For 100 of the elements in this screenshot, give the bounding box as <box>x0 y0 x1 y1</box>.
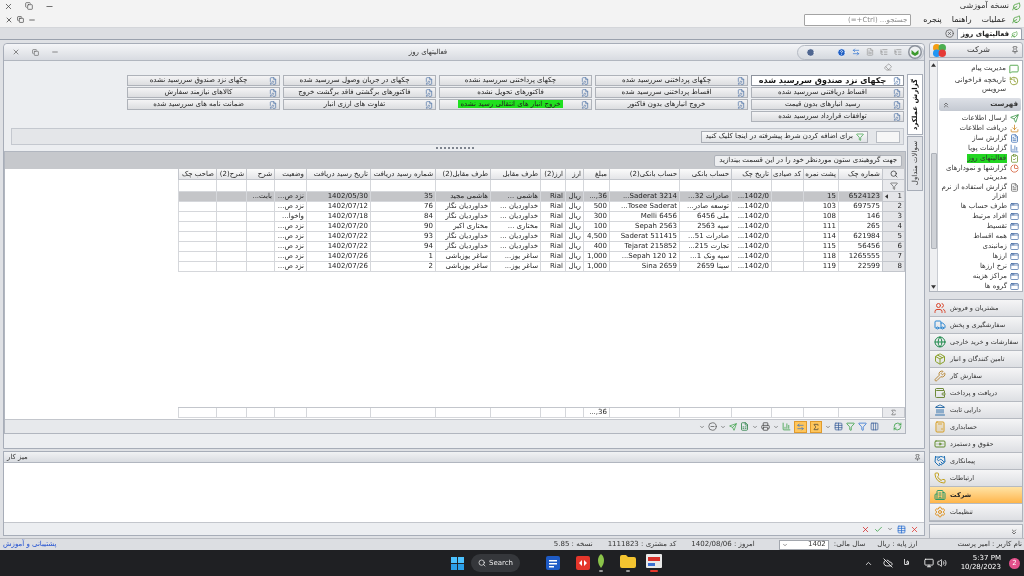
filter-field[interactable] <box>178 180 216 192</box>
window-icon <box>1010 201 1019 211</box>
arrows-icon[interactable] <box>852 48 860 56</box>
spreadsheet-icon[interactable] <box>740 422 749 431</box>
close-icon[interactable] <box>4 1 13 11</box>
leaf-icon[interactable] <box>1012 15 1021 24</box>
window-app-icon[interactable] <box>646 554 663 568</box>
globe-icon <box>934 336 946 348</box>
speaker-icon[interactable] <box>936 558 947 568</box>
leaf-app-icon[interactable] <box>596 554 607 568</box>
menu-item[interactable]: پنجره <box>923 15 942 24</box>
filter-field[interactable] <box>274 180 306 192</box>
table-cell <box>216 192 246 202</box>
filter-field[interactable] <box>490 180 540 192</box>
tree-icon[interactable] <box>880 48 888 56</box>
language-indicator[interactable]: فا <box>903 559 910 567</box>
restore-icon[interactable] <box>32 48 39 56</box>
more-icon[interactable] <box>1010 528 1018 536</box>
caret-icon[interactable] <box>720 423 726 430</box>
compass-icon[interactable] <box>806 47 815 57</box>
table-cell <box>771 192 803 202</box>
document-edit-icon <box>425 88 433 97</box>
search-icon[interactable] <box>889 170 898 178</box>
minus-circle-icon[interactable] <box>708 422 717 431</box>
filter-field[interactable] <box>306 180 370 192</box>
close-icon[interactable] <box>944 29 954 38</box>
activity-button[interactable]: چکهای نزد صندوق سررسید شده <box>751 75 904 86</box>
windows-logo-icon[interactable] <box>451 556 464 570</box>
restore-icon[interactable] <box>25 2 33 10</box>
filter-field[interactable] <box>679 180 731 192</box>
caret-icon[interactable] <box>887 526 893 532</box>
table-cell <box>216 222 246 232</box>
menu-item[interactable]: راهنما <box>951 15 972 24</box>
scroll-down-icon[interactable] <box>931 285 936 289</box>
eraser-icon[interactable] <box>884 62 892 71</box>
table-cell <box>246 262 274 272</box>
table-icon[interactable] <box>834 422 843 431</box>
send-icon <box>1010 113 1019 123</box>
pin-icon[interactable] <box>1011 46 1019 54</box>
filter-field[interactable] <box>771 180 803 192</box>
cancel-icon[interactable] <box>861 524 870 534</box>
filter-field[interactable] <box>370 180 435 192</box>
window-icon <box>1010 251 1019 261</box>
summary-cell <box>178 408 216 418</box>
grid-icon[interactable] <box>897 524 906 534</box>
sum-toggle-button[interactable] <box>810 420 822 433</box>
close-icon[interactable] <box>910 524 919 534</box>
table-cell <box>216 262 246 272</box>
document-icon <box>1010 182 1019 192</box>
filter-field[interactable] <box>838 180 882 192</box>
table-cell <box>216 202 246 212</box>
menu-item[interactable]: عملیات <box>981 15 1006 24</box>
pin-icon[interactable] <box>914 453 921 461</box>
running-indicator-icon <box>650 570 659 572</box>
caret-icon <box>781 541 788 548</box>
caret-icon[interactable] <box>825 423 831 430</box>
send-icon[interactable] <box>729 422 737 431</box>
tree-icon[interactable] <box>894 48 902 56</box>
filter-field[interactable] <box>609 180 679 192</box>
filter-icon[interactable] <box>858 422 867 431</box>
filter-field[interactable] <box>435 180 490 192</box>
table-cell <box>771 242 803 252</box>
filter-value-field[interactable] <box>876 130 900 143</box>
monitor-icon[interactable] <box>923 558 934 568</box>
filter-field[interactable] <box>216 180 246 192</box>
close-icon[interactable] <box>12 48 20 56</box>
summary-cell <box>771 408 803 418</box>
help-icon[interactable] <box>837 47 846 57</box>
check-icon[interactable] <box>874 524 883 534</box>
filter-icon[interactable] <box>889 181 898 190</box>
document-edit-icon <box>581 88 589 97</box>
summary-cell <box>216 408 246 418</box>
folder-icon[interactable] <box>620 554 637 568</box>
cloud-off-icon[interactable] <box>883 558 894 568</box>
print-icon[interactable] <box>761 422 770 431</box>
columns-icon[interactable] <box>870 422 879 431</box>
close-icon[interactable] <box>5 15 13 24</box>
filter-field[interactable] <box>540 180 565 192</box>
restore-icon[interactable] <box>17 16 24 23</box>
filter-field[interactable] <box>731 180 771 192</box>
caret-icon[interactable] <box>752 423 758 430</box>
scroll-up-icon[interactable] <box>931 63 936 67</box>
document-icon[interactable] <box>866 48 874 56</box>
filter-icon[interactable] <box>846 422 855 431</box>
bar-chart-icon[interactable] <box>782 422 791 431</box>
fit-width-toggle-button[interactable] <box>794 420 807 433</box>
summary-cell <box>274 408 306 418</box>
filter-field[interactable] <box>583 180 609 192</box>
filter-field[interactable] <box>565 180 583 192</box>
summary-cell <box>731 408 771 418</box>
filter-field[interactable] <box>246 180 274 192</box>
caret-icon[interactable] <box>699 423 705 430</box>
filter-field[interactable] <box>803 180 838 192</box>
clipboard-check-icon <box>1010 153 1019 163</box>
arrows-app-icon[interactable] <box>576 556 591 570</box>
refresh-icon[interactable] <box>893 422 902 431</box>
document-app-icon[interactable] <box>546 556 561 570</box>
scrollbar[interactable] <box>930 61 938 291</box>
document-edit-icon <box>269 88 277 97</box>
caret-icon[interactable] <box>773 423 779 430</box>
